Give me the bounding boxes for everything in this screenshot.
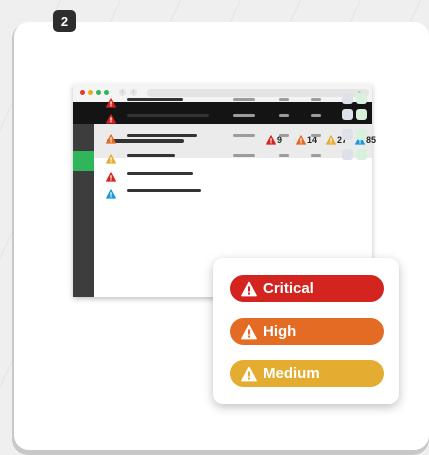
legend-label: Critical	[263, 280, 314, 297]
minimize-window-dot[interactable]	[88, 90, 93, 95]
cell-placeholder	[279, 98, 289, 101]
issue-row[interactable]	[94, 128, 372, 144]
close-window-dot[interactable]	[80, 90, 85, 95]
cell-placeholder	[233, 134, 255, 137]
warning-triangle-icon	[106, 189, 116, 199]
cell-placeholder	[279, 134, 289, 137]
cell-placeholder	[233, 98, 255, 101]
issue-title-placeholder	[127, 134, 197, 137]
cell-placeholder	[233, 114, 255, 117]
cell-placeholder	[279, 114, 289, 117]
warning-icon	[241, 324, 257, 340]
status-square[interactable]	[356, 129, 367, 140]
issue-row[interactable]	[94, 108, 372, 124]
severity-legend: Critical High Medium	[213, 258, 399, 404]
cell-placeholder	[311, 98, 321, 101]
issue-title-placeholder	[127, 98, 183, 101]
issue-title-placeholder	[127, 154, 175, 157]
warning-triangle-icon	[106, 134, 116, 144]
status-square[interactable]	[356, 93, 367, 104]
severity-icon	[106, 131, 116, 149]
issue-row[interactable]	[94, 92, 372, 108]
cell-placeholder	[311, 154, 321, 157]
cell-placeholder	[233, 154, 255, 157]
issue-row[interactable]	[94, 166, 372, 182]
action-square[interactable]	[342, 93, 353, 104]
step-badge: 2	[53, 10, 76, 32]
action-square[interactable]	[342, 149, 353, 160]
legend-label: High	[263, 323, 297, 340]
status-square[interactable]	[356, 109, 367, 120]
legend-label: Medium	[263, 365, 320, 382]
legend-critical-pill: Critical	[230, 275, 384, 302]
severity-icon	[106, 111, 116, 129]
legend-high-pill: High	[230, 318, 384, 345]
status-square[interactable]	[356, 149, 367, 160]
warning-icon	[241, 281, 257, 297]
action-square[interactable]	[342, 109, 353, 120]
issue-row[interactable]	[94, 148, 372, 164]
issue-title-placeholder	[127, 172, 193, 175]
issue-row[interactable]	[94, 183, 372, 199]
issue-title-placeholder	[127, 189, 201, 192]
warning-triangle-icon	[106, 98, 116, 108]
app-sidebar	[73, 124, 94, 297]
severity-icon	[106, 186, 116, 204]
action-square[interactable]	[342, 129, 353, 140]
warning-triangle-icon	[106, 154, 116, 164]
warning-triangle-icon	[106, 114, 116, 124]
warning-icon	[241, 366, 257, 382]
cell-placeholder	[279, 154, 289, 157]
issue-title-placeholder	[127, 114, 209, 117]
cell-placeholder	[311, 114, 321, 117]
warning-triangle-icon	[106, 172, 116, 182]
sidebar-active-item[interactable]	[73, 151, 94, 171]
legend-medium-pill: Medium	[230, 360, 384, 387]
cell-placeholder	[311, 134, 321, 137]
